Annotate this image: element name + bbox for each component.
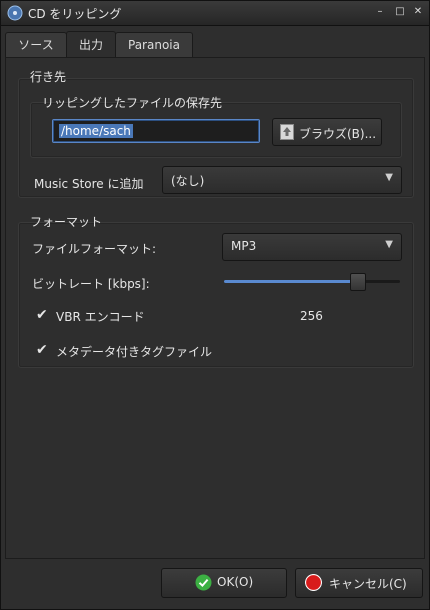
cancel-button[interactable]: キャンセル(C) [295,568,423,598]
bitrate-slider-thumb[interactable] [350,273,366,291]
save-path-input[interactable]: /home/sach [52,119,260,143]
maximize-button[interactable]: □ [393,5,407,19]
output-panel: 行き先 リッピングしたファイルの保存先 /home/sach ブラウズ(B)..… [5,57,425,559]
file-format-combo[interactable]: MP3 ▼ [222,233,402,261]
bitrate-value: 256 [300,309,323,323]
vbr-label: VBR エンコード [56,310,145,324]
minimize-button[interactable]: – [373,5,387,19]
ok-button[interactable]: OK(O) [161,568,287,598]
check-circle-icon [195,574,212,591]
cancel-label: キャンセル(C) [329,577,407,591]
window-title: CD をリッピング [28,7,122,21]
save-path-value: /home/sach [59,124,133,138]
bitrate-slider[interactable] [224,272,400,292]
music-store-combo[interactable]: (なし) ▼ [162,166,402,194]
tab-source[interactable]: ソース [5,32,67,57]
bitrate-label: ビットレート [kbps]: [32,277,150,291]
ok-label: OK(O) [217,575,254,589]
browse-label: ブラウズ(B)... [299,127,377,141]
tab-output[interactable]: 出力 [66,31,116,58]
chevron-down-icon: ▼ [385,239,393,250]
tab-paranoia[interactable]: Paranoia [115,32,193,57]
format-section-label: フォーマット [30,215,103,229]
titlebar: CD をリッピング – □ ✕ [1,1,429,26]
save-location-label: リッピングしたファイルの保存先 [42,96,223,110]
file-format-value: MP3 [231,239,257,253]
destination-section-label: 行き先 [30,70,67,84]
vbr-checkbox[interactable]: ✔ [36,308,50,322]
tag-checkbox[interactable]: ✔ [36,343,50,357]
file-format-label: ファイルフォーマット: [32,242,157,256]
music-store-value: (なし) [171,174,205,188]
tag-label: メタデータ付きタグファイル [56,345,213,359]
upload-icon [280,124,294,140]
bitrate-slider-fill [224,280,356,283]
close-button[interactable]: ✕ [411,5,425,19]
stop-circle-icon [305,574,322,591]
rip-cd-dialog: CD をリッピング – □ ✕ ソース 出力 Paranoia 行き先 リッピン… [0,0,430,610]
browse-button[interactable]: ブラウズ(B)... [272,118,382,146]
chevron-down-icon: ▼ [385,172,393,183]
app-icon [7,5,23,21]
music-store-label: Music Store に追加 [34,177,144,191]
